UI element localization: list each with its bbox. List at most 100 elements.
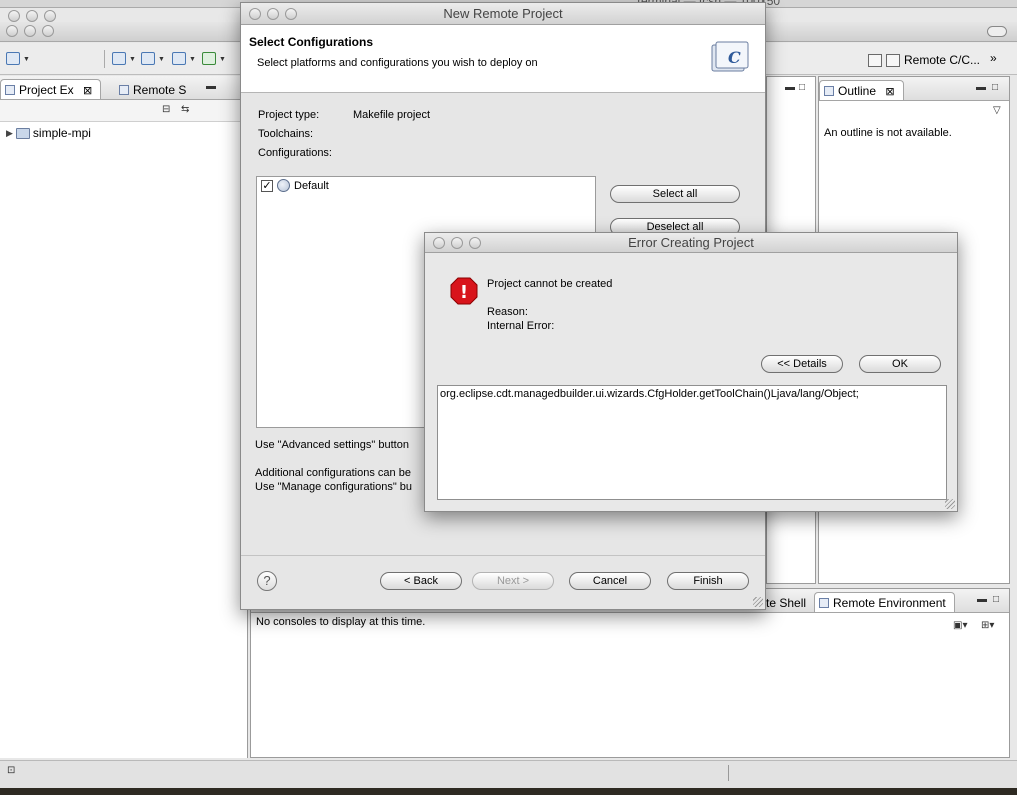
minimize-icon[interactable]: ▬: [977, 594, 987, 605]
minimize-window-button[interactable]: [267, 8, 279, 20]
environment-icon: [819, 598, 829, 608]
close-icon[interactable]: ⊠: [83, 85, 92, 97]
project-type-value: Makefile project: [353, 109, 431, 121]
page-title: Select Configurations: [249, 35, 374, 49]
new-class-icon[interactable]: [172, 52, 186, 65]
desktop-background: [0, 788, 1017, 795]
maximize-icon[interactable]: □: [993, 594, 999, 605]
chevron-down-icon[interactable]: ▼: [129, 56, 136, 63]
minimize-window-button[interactable]: [451, 237, 463, 249]
display-console-icon[interactable]: ▣▾: [953, 620, 967, 631]
configurations-label: Configurations:: [258, 147, 332, 159]
globe-icon: [277, 179, 290, 192]
perspective-switcher[interactable]: Remote C/C...: [868, 51, 980, 69]
zoom-window-button[interactable]: [469, 237, 481, 249]
tab-project-explorer[interactable]: Project Ex ⊠: [0, 79, 102, 99]
open-perspective-icon[interactable]: [868, 53, 882, 67]
new-folder-icon[interactable]: [141, 52, 155, 65]
zoom-window-button[interactable]: [42, 25, 54, 37]
maximize-icon[interactable]: □: [799, 82, 805, 93]
maximize-icon[interactable]: □: [992, 82, 998, 93]
close-window-button[interactable]: [6, 25, 18, 37]
outline-icon: [824, 86, 834, 96]
dialog-window-controls: [433, 237, 481, 249]
select-all-button[interactable]: Select all: [610, 185, 740, 203]
close-icon[interactable]: ⊠: [885, 86, 894, 98]
page-description: Select platforms and configurations you …: [257, 57, 538, 69]
outline-message: An outline is not available.: [824, 127, 952, 139]
toolchains-label: Toolchains:: [258, 128, 314, 140]
finish-button[interactable]: Finish: [667, 572, 749, 590]
chevron-down-icon[interactable]: ▼: [23, 56, 30, 63]
console-view: te Shell Remote Environment ▬ □ ▣▾ ⊞▾ No…: [250, 588, 1010, 758]
expand-triangle-icon[interactable]: ▶: [6, 128, 13, 139]
fast-view-icon[interactable]: ⊡: [7, 765, 15, 776]
more-perspectives-button[interactable]: »: [990, 51, 997, 65]
back-button[interactable]: < Back: [380, 572, 462, 590]
tab-label: Project Ex: [19, 83, 74, 97]
resize-grip[interactable]: [945, 499, 955, 509]
dialog-titlebar: Error Creating Project: [425, 233, 957, 253]
minimize-window-button[interactable]: [24, 25, 36, 37]
chevron-down-icon[interactable]: ▼: [219, 56, 226, 63]
project-folder-icon: [15, 127, 30, 139]
run-icon[interactable]: [202, 52, 216, 65]
link-with-editor-icon[interactable]: ⇆: [181, 104, 189, 115]
chevron-down-icon[interactable]: ▼: [158, 56, 165, 63]
toolbar-separator: [104, 50, 105, 68]
zoom-window-button[interactable]: [285, 8, 297, 20]
new-icon[interactable]: [6, 52, 20, 65]
default-config-checkbox[interactable]: ✓: [261, 179, 273, 192]
tab-remote-environment[interactable]: Remote Environment: [814, 592, 955, 612]
resize-grip[interactable]: [753, 597, 763, 607]
remote-perspective-icon: [886, 53, 900, 67]
minimize-window-button[interactable]: [26, 10, 38, 22]
tree-item-label: simple-mpi: [32, 126, 91, 140]
minimize-icon[interactable]: ▬: [206, 81, 216, 92]
error-details-text: org.eclipse.cdt.managedbuilder.ui.wizard…: [440, 388, 859, 400]
open-console-icon[interactable]: ⊞▾: [981, 620, 994, 631]
tab-outline[interactable]: Outline ⊠: [819, 80, 904, 100]
config-label: Default: [294, 179, 329, 192]
minimize-icon[interactable]: ▬: [976, 82, 986, 93]
status-divider: [728, 765, 729, 781]
zoom-window-button[interactable]: [44, 10, 56, 22]
close-window-button[interactable]: [249, 8, 261, 20]
ok-button[interactable]: OK: [859, 355, 941, 373]
next-button[interactable]: Next >: [472, 572, 554, 590]
project-explorer-view: Project Ex ⊠ Remote S ▬ ⊟ ⇆ ▶ simple-mpi: [0, 76, 248, 758]
dialog-titlebar: New Remote Project: [241, 3, 765, 25]
collapse-all-icon[interactable]: ⊟: [162, 104, 170, 115]
close-window-button[interactable]: [433, 237, 445, 249]
tab-label: Remote S: [133, 83, 187, 97]
svg-text:C: C: [728, 48, 741, 67]
wizard-header: Select Configurations Select platforms a…: [241, 25, 765, 93]
manage-configs-note: Use "Manage configurations" bu: [255, 481, 413, 493]
remote-systems-icon: [119, 85, 129, 95]
advanced-settings-note: Use "Advanced settings" button: [255, 439, 409, 451]
window-controls: [8, 10, 56, 22]
new-cpp-project-icon[interactable]: [112, 52, 126, 65]
close-window-button[interactable]: [8, 10, 20, 22]
dialog-title: New Remote Project: [443, 6, 563, 21]
toolbar-toggle-button[interactable]: [987, 26, 1007, 37]
tab-remote-systems[interactable]: Remote S: [114, 79, 195, 99]
minimize-icon[interactable]: ▬: [785, 82, 795, 93]
details-button[interactable]: << Details: [761, 355, 843, 373]
folder-icon: [5, 85, 15, 95]
outline-tabs: Outline ⊠ ▬ □: [819, 77, 1009, 101]
project-explorer-toolbar: ⊟ ⇆: [0, 100, 247, 122]
error-details-area[interactable]: org.eclipse.cdt.managedbuilder.ui.wizard…: [437, 385, 947, 500]
cancel-button[interactable]: Cancel: [569, 572, 651, 590]
perspective-label: Remote C/C...: [904, 53, 981, 67]
chevron-down-icon[interactable]: ▼: [189, 56, 196, 63]
project-explorer-tabs: Project Ex ⊠ Remote S ▬: [0, 76, 247, 100]
internal-error-label: Internal Error:: [487, 320, 555, 332]
dialog-window-controls: [249, 8, 297, 20]
list-item[interactable]: ✓ Default: [261, 179, 329, 192]
help-button[interactable]: ?: [257, 571, 277, 591]
footer-divider: [241, 555, 765, 556]
view-menu-icon[interactable]: ▽: [993, 105, 1001, 116]
console-message: No consoles to display at this time.: [256, 616, 426, 628]
tree-item[interactable]: ▶ simple-mpi: [6, 126, 91, 140]
